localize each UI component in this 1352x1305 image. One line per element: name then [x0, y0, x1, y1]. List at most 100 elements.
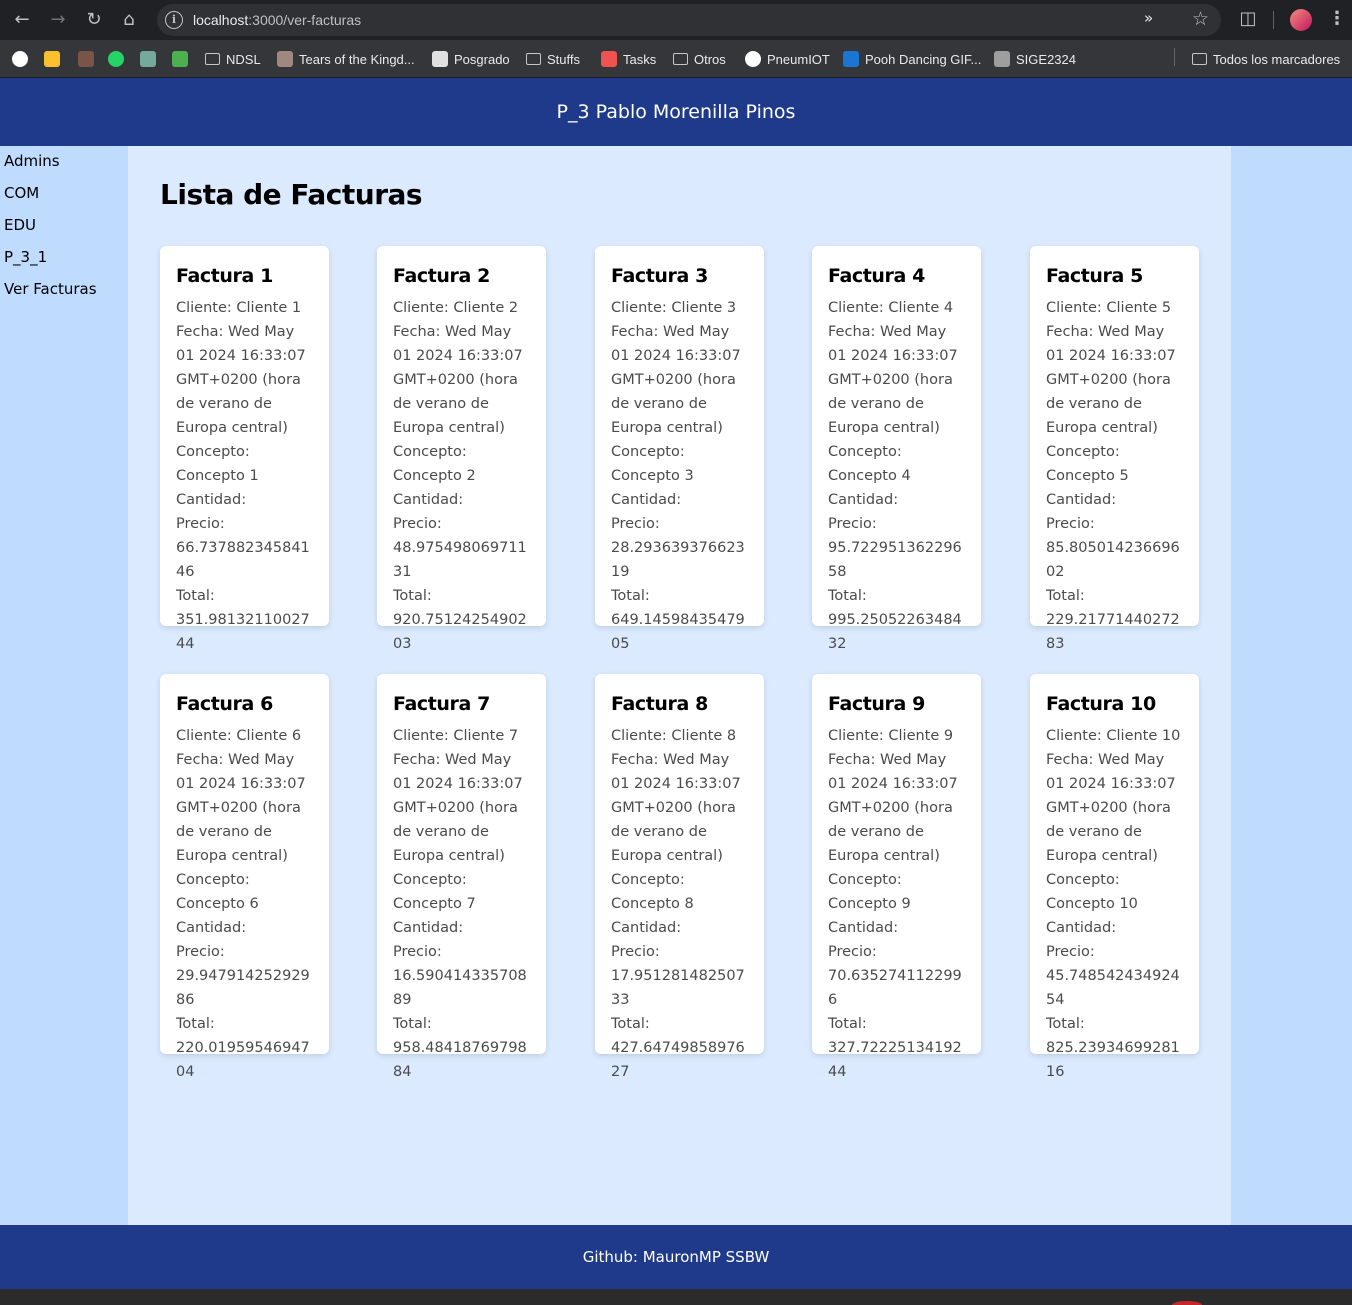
- bookmark-pneumiot[interactable]: PneumIOT: [745, 49, 830, 69]
- factura-cliente: Cliente: Cliente 2: [393, 300, 519, 316]
- bookmark-arrow-app[interactable]: [44, 49, 60, 69]
- forward-arrow-icon[interactable]: →: [46, 8, 70, 32]
- sidebar-item-ver-facturas[interactable]: Ver Facturas: [4, 280, 97, 298]
- whatsapp-icon: [108, 51, 124, 67]
- factura-total: Total: 649.1459843547905: [611, 588, 745, 652]
- extensions-icon[interactable]: ◫: [1237, 8, 1259, 30]
- factura-details: Cliente: Cliente 8 Fecha: Wed May 01 2024…: [611, 724, 748, 1084]
- taskbar-app-icon[interactable]: [1172, 1301, 1202, 1305]
- factura-card: Factura 4 Cliente: Cliente 4 Fecha: Wed Ma…: [812, 246, 981, 652]
- zelda-icon: [277, 51, 293, 67]
- penguin-icon: [78, 51, 94, 67]
- factura-total: Total: 427.6474985897627: [611, 1016, 745, 1080]
- factura-concepto: Concepto: Concepto 3: [611, 444, 694, 484]
- bookmark-otros[interactable]: Otros: [673, 49, 726, 69]
- bookmark-ndsl[interactable]: NDSL: [205, 49, 261, 69]
- more-bookmarks-icon[interactable]: »: [1144, 9, 1153, 27]
- bookmark-whatsapp[interactable]: [108, 49, 124, 69]
- sidebar: Admins COM EDU P_3_1 Ver Facturas: [0, 146, 128, 1225]
- factura-precio: Precio: 95.72295136229658: [828, 516, 962, 580]
- folder-icon: [526, 53, 541, 65]
- factura-precio: Precio: 28.29363937662319: [611, 516, 745, 580]
- factura-cantidad: Cantidad:: [611, 492, 682, 508]
- bookmark-tears-of-the-kingd[interactable]: Tears of the Kingd...: [277, 49, 415, 69]
- factura-concepto: Concepto: Concepto 4: [828, 444, 911, 484]
- back-arrow-icon[interactable]: ←: [10, 8, 34, 32]
- factura-title: Factura 1: [176, 265, 273, 287]
- bookmark-google[interactable]: [12, 49, 28, 69]
- factura-concepto: Concepto: Concepto 9: [828, 872, 911, 912]
- footer-text[interactable]: Github: MauronMP SSBW: [583, 1248, 770, 1266]
- factura-title: Factura 5: [1046, 265, 1143, 287]
- url-host: localhost: [193, 12, 249, 28]
- all-bookmarks-button[interactable]: Todos los marcadores: [1192, 49, 1340, 69]
- factura-title: Factura 3: [611, 265, 708, 287]
- bookmark-sige2324[interactable]: SIGE2324: [994, 49, 1076, 69]
- factura-fecha: Fecha: Wed May 01 2024 16:33:07 GMT+0200…: [611, 752, 741, 864]
- factura-cantidad: Cantidad:: [828, 492, 899, 508]
- factura-precio: Precio: 16.59041433570889: [393, 944, 527, 1008]
- factura-concepto: Concepto: Concepto 5: [1046, 444, 1129, 484]
- factura-cantidad: Cantidad:: [176, 492, 247, 508]
- factura-cantidad: Cantidad:: [393, 492, 464, 508]
- arrow-app-icon: [44, 51, 60, 67]
- factura-cliente: Cliente: Cliente 6: [176, 728, 302, 744]
- address-bar[interactable]: i localhost:3000/ver-facturas ☆: [157, 4, 1221, 36]
- factura-cantidad: Cantidad:: [176, 920, 247, 936]
- factura-fecha: Fecha: Wed May 01 2024 16:33:07 GMT+0200…: [611, 324, 741, 436]
- factura-details: Cliente: Cliente 4 Fecha: Wed May 01 2024…: [828, 296, 965, 656]
- factura-concepto: Concepto: Concepto 1: [176, 444, 259, 484]
- factura-fecha: Fecha: Wed May 01 2024 16:33:07 GMT+0200…: [828, 752, 958, 864]
- factura-card: Factura 5 Cliente: Cliente 5 Fecha: Wed Ma…: [1030, 246, 1199, 652]
- factura-cliente: Cliente: Cliente 8: [611, 728, 737, 744]
- bookmark-star-icon[interactable]: ☆: [1192, 8, 1209, 30]
- right-column: [1231, 146, 1352, 1225]
- menu-kebab-icon[interactable]: ⋮: [1328, 8, 1346, 29]
- factura-precio: Precio: 45.74854243492454: [1046, 944, 1180, 1008]
- factura-concepto: Concepto: Concepto 2: [393, 444, 476, 484]
- bookmark-label: Pooh Dancing GIF...: [865, 51, 982, 67]
- bookmark-label: Otros: [694, 51, 726, 67]
- factura-card: Factura 1 Cliente: Cliente 1 Fecha: Wed Ma…: [160, 246, 329, 652]
- bookmark-stuffs[interactable]: Stuffs: [526, 49, 580, 69]
- factura-total: Total: 958.4841876979884: [393, 1016, 527, 1080]
- bookmark-label: NDSL: [226, 51, 261, 67]
- factura-details: Cliente: Cliente 2 Fecha: Wed May 01 2024…: [393, 296, 530, 656]
- site-info-icon[interactable]: i: [165, 11, 183, 29]
- factura-title: Factura 7: [393, 693, 490, 715]
- sidebar-item-admins[interactable]: Admins: [4, 152, 60, 170]
- factura-title: Factura 6: [176, 693, 273, 715]
- factura-card: Factura 7 Cliente: Cliente 7 Fecha: Wed Ma…: [377, 674, 546, 1080]
- factura-cliente: Cliente: Cliente 10: [1046, 728, 1181, 744]
- sidebar-item-com[interactable]: COM: [4, 184, 39, 202]
- bookmark-label: PneumIOT: [767, 51, 830, 67]
- factura-cantidad: Cantidad:: [393, 920, 464, 936]
- page-title: Lista de Facturas: [160, 178, 423, 211]
- bookmark-posgrado[interactable]: Posgrado: [432, 49, 510, 69]
- bookmark-label: Posgrado: [454, 51, 510, 67]
- bookmark-label: Tears of the Kingd...: [299, 51, 415, 67]
- site-header: P_3 Pablo Morenilla Pinos: [0, 78, 1352, 146]
- factura-fecha: Fecha: Wed May 01 2024 16:33:07 GMT+0200…: [176, 324, 306, 436]
- factura-fecha: Fecha: Wed May 01 2024 16:33:07 GMT+0200…: [393, 324, 523, 436]
- bookmark-leaf[interactable]: [172, 49, 188, 69]
- factura-total: Total: 825.2393469928116: [1046, 1016, 1180, 1080]
- factura-title: Factura 4: [828, 265, 925, 287]
- bookmark-chatgpt[interactable]: [140, 49, 156, 69]
- profile-avatar[interactable]: [1290, 9, 1312, 31]
- google-icon: [12, 51, 28, 67]
- bookmark-pooh-dancing-gif[interactable]: Pooh Dancing GIF...: [843, 49, 981, 69]
- folder-icon: [205, 53, 220, 65]
- bookmark-tasks[interactable]: Tasks: [601, 49, 656, 69]
- bookmark-penguin[interactable]: [78, 49, 94, 69]
- factura-concepto: Concepto: Concepto 7: [393, 872, 476, 912]
- sidebar-item-p-3-1[interactable]: P_3_1: [4, 248, 47, 266]
- reload-icon[interactable]: ↻: [82, 8, 106, 32]
- factura-title: Factura 2: [393, 265, 490, 287]
- home-icon[interactable]: ⌂: [117, 8, 141, 32]
- main-content: Lista de Facturas Factura 1 Cliente: Clie…: [128, 146, 1231, 1225]
- factura-total: Total: 229.2177144027283: [1046, 588, 1180, 652]
- factura-total: Total: 351.9813211002744: [176, 588, 310, 652]
- factura-details: Cliente: Cliente 7 Fecha: Wed May 01 2024…: [393, 724, 530, 1084]
- sidebar-item-edu[interactable]: EDU: [4, 216, 36, 234]
